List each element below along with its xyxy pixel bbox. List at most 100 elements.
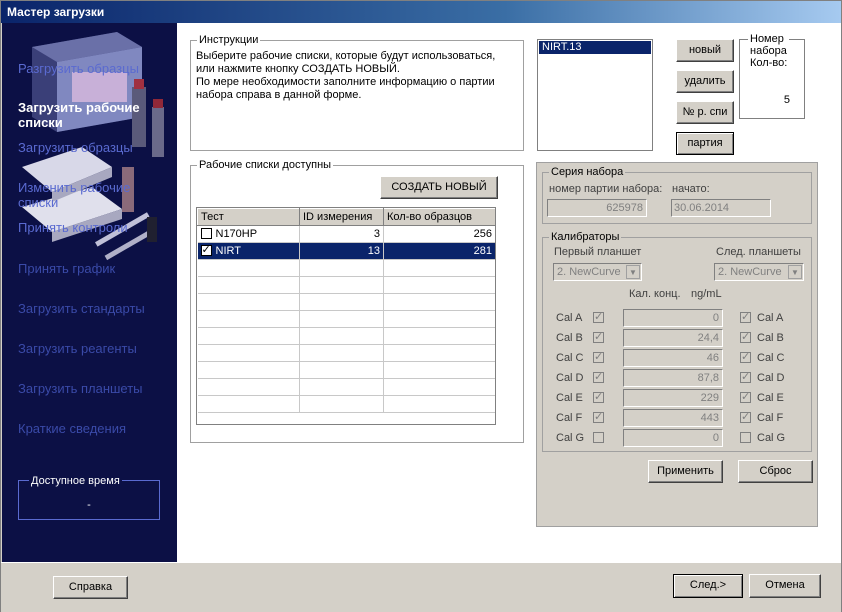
row-id: 13 <box>299 242 384 260</box>
table-row[interactable]: NIRT 13 281 <box>197 242 495 260</box>
row-test: N170HP <box>215 228 258 240</box>
kit-info-label: Номер набора Кол-во: <box>748 33 790 69</box>
sidebar-item-unload-samples[interactable]: Разгрузить образцы <box>18 61 139 76</box>
cal-g-next-checkbox[interactable] <box>740 432 751 443</box>
cal-f-label-right: Cal F <box>757 412 784 424</box>
start-date-field[interactable]: 30.06.2014 <box>671 199 771 217</box>
cal-g-first-checkbox[interactable] <box>593 432 604 443</box>
lot-number-field[interactable]: 625978 <box>547 199 647 217</box>
column-header-count[interactable]: Кол-во образцов <box>383 208 495 226</box>
cal-e-value[interactable]: 229 <box>623 389 723 407</box>
cal-f-next-checkbox[interactable] <box>740 410 751 423</box>
cal-c-next-checkbox[interactable] <box>740 350 751 363</box>
sidebar-item-accept-controls[interactable]: Принять контроли <box>18 220 128 235</box>
column-header-id[interactable]: ID измерения <box>299 208 384 226</box>
sidebar-item-load-samples[interactable]: Загрузить образцы <box>18 140 133 155</box>
empty-row <box>197 327 495 345</box>
cal-conc-label: Кал. конц. <box>629 288 681 300</box>
cal-b-label: Cal B <box>556 332 583 344</box>
cal-e-first-checkbox[interactable] <box>593 390 604 403</box>
cal-c-value[interactable]: 46 <box>623 349 723 367</box>
cal-d-first-checkbox[interactable] <box>593 370 604 383</box>
cal-b-next-checkbox[interactable] <box>740 330 751 343</box>
chevron-down-icon[interactable]: ▼ <box>626 265 640 279</box>
empty-row <box>197 310 495 328</box>
window-title: Мастер загрузки <box>1 1 841 23</box>
sidebar-item-accept-curve[interactable]: Принять график <box>18 261 115 276</box>
empty-row <box>197 293 495 311</box>
cal-e-next-checkbox[interactable] <box>740 390 751 403</box>
help-button[interactable]: Справка <box>53 576 128 599</box>
worklists-table: Тест ID измерения Кол-во образцов N170HP… <box>196 207 496 425</box>
instructions-text: Выберите рабочие списки, которые будут и… <box>196 50 495 102</box>
chevron-down-icon[interactable]: ▼ <box>788 265 802 279</box>
sidebar-item-load-worklists[interactable]: Загрузить рабочие списки <box>18 100 163 130</box>
empty-row <box>197 259 495 277</box>
table-row[interactable]: N170HP 3 256 <box>197 225 495 243</box>
cal-g-label-right: Cal G <box>757 432 786 444</box>
empty-row <box>197 276 495 294</box>
row-checkbox[interactable] <box>200 228 212 239</box>
cal-b-first-checkbox[interactable] <box>593 330 604 343</box>
first-plate-dropdown[interactable]: 2. NewCurve ▼ <box>553 263 642 281</box>
delete-kit-button[interactable]: удалить <box>676 70 734 93</box>
row-count: 256 <box>383 225 495 243</box>
column-header-test[interactable]: Тест <box>197 208 300 226</box>
next-plates-dropdown[interactable]: 2. NewCurve ▼ <box>714 263 804 281</box>
lot-button[interactable]: партия <box>676 132 734 155</box>
next-button[interactable]: След.> <box>673 574 743 598</box>
kit-listbox[interactable]: NIRT.13 <box>537 39 653 151</box>
kit-info-line: набора <box>750 45 787 57</box>
kit-info-line: Кол-во: <box>750 57 788 69</box>
instructions-line: По мере необходимости заполните информац… <box>196 76 495 88</box>
cal-a-first-checkbox[interactable] <box>593 310 604 323</box>
cal-b-value[interactable]: 24,4 <box>623 329 723 347</box>
create-new-button[interactable]: СОЗДАТЬ НОВЫЙ <box>380 176 498 199</box>
instructions-line: набора справа в данной форме. <box>196 89 362 101</box>
cal-g-value[interactable]: 0 <box>623 429 723 447</box>
sidebar-item-edit-worklists[interactable]: Изменить рабочие списки <box>18 180 158 210</box>
cal-a-label-right: Cal A <box>757 312 784 324</box>
cal-e-label-right: Cal E <box>757 392 784 404</box>
new-kit-button[interactable]: новый <box>676 39 734 62</box>
sidebar-item-summary[interactable]: Краткие сведения <box>18 421 126 436</box>
cancel-button[interactable]: Отмена <box>749 574 821 598</box>
next-plates-value: 2. NewCurve <box>718 266 782 278</box>
kit-series-title: Серия набора <box>549 166 626 179</box>
cal-d-next-checkbox[interactable] <box>740 370 751 383</box>
kit-info-line: Номер <box>750 33 784 45</box>
cal-a-label: Cal A <box>556 312 583 324</box>
kit-info-box: Номер набора Кол-во: 5 <box>739 33 805 119</box>
cal-c-label: Cal C <box>556 352 584 364</box>
cal-a-value[interactable]: 0 <box>623 309 723 327</box>
cal-f-label: Cal F <box>556 412 583 424</box>
cal-g-label: Cal G <box>556 432 585 444</box>
cal-a-next-checkbox[interactable] <box>740 310 751 323</box>
cal-c-first-checkbox[interactable] <box>593 350 604 363</box>
start-date-label: начато: <box>672 183 710 195</box>
instructions-line: или нажмите кнопку СОЗДАТЬ НОВЫЙ. <box>196 63 400 75</box>
row-checkbox[interactable] <box>200 243 212 256</box>
reset-button[interactable]: Сброс <box>738 460 813 483</box>
instructions-group: Инструкции Выберите рабочие списки, кото… <box>190 34 524 151</box>
empty-row <box>197 361 495 379</box>
sidebar-item-load-reagents[interactable]: Загрузить реагенты <box>18 341 137 356</box>
cal-e-label: Cal E <box>556 392 583 404</box>
cal-f-first-checkbox[interactable] <box>593 410 604 423</box>
empty-row <box>197 378 495 396</box>
row-test: NIRT <box>215 245 241 257</box>
cal-f-value[interactable]: 443 <box>623 409 723 427</box>
apply-button[interactable]: Применить <box>648 460 723 483</box>
available-time-box: Доступное время - <box>18 475 160 520</box>
cal-d-value[interactable]: 87,8 <box>623 369 723 387</box>
sidebar-item-load-plates[interactable]: Загрузить планшеты <box>18 381 143 396</box>
serial-button[interactable]: № р. спи <box>676 101 734 124</box>
kit-list-item[interactable]: NIRT.13 <box>539 41 651 54</box>
cal-c-label-right: Cal C <box>757 352 785 364</box>
row-count: 281 <box>383 242 495 260</box>
next-plates-label: След. планшеты <box>716 246 801 258</box>
cal-d-label: Cal D <box>556 372 584 384</box>
calibrators-title: Калибраторы <box>549 231 622 244</box>
cal-b-label-right: Cal B <box>757 332 784 344</box>
sidebar-item-load-standards[interactable]: Загрузить стандарты <box>18 301 145 316</box>
